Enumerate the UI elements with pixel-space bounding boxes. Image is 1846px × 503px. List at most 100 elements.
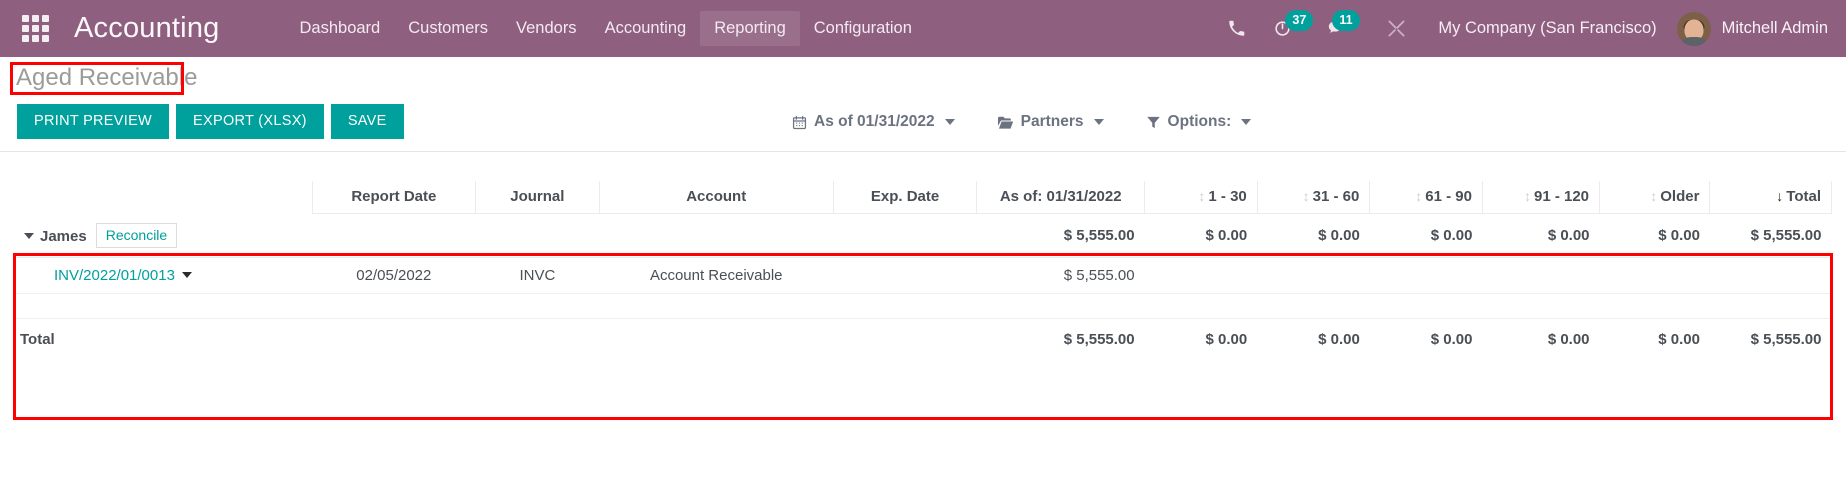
total-total: $ 5,555.00	[1750, 330, 1822, 348]
header-as-of[interactable]: As of: 01/31/2022	[976, 181, 1146, 214]
header-bucket-1-30[interactable]: ↕ 1 - 30	[1144, 181, 1258, 214]
sort-descending-icon: ↓	[1776, 188, 1784, 204]
report-filters: As of 01/31/2022 Partners Options:	[778, 107, 1265, 137]
phone-icon[interactable]	[1214, 20, 1259, 37]
page-title-wrap: Aged Receivable	[6, 61, 207, 97]
report-area: Report Date Journal Account Exp. Date As…	[0, 181, 1846, 359]
messages-count-badge: 11	[1332, 10, 1360, 31]
group-bucket-31-60: $ 0.00	[1257, 213, 1370, 258]
app-brand-accounting[interactable]: Accounting	[74, 12, 220, 45]
line-exp-date	[833, 257, 977, 294]
funnel-icon	[1146, 115, 1161, 130]
activity-clock-icon[interactable]: 37	[1259, 10, 1314, 38]
header-journal[interactable]: Journal	[475, 181, 600, 214]
header-bucket-31-60[interactable]: ↕ 31 - 60	[1256, 181, 1371, 214]
print-preview-button[interactable]: PRINT PREVIEW	[17, 104, 170, 139]
line-bucket-61-90	[1369, 257, 1483, 294]
group-bucket-older: $ 0.00	[1599, 213, 1710, 258]
table-row-group-partner[interactable]: James Reconcile $ 5,555.00 $ 0.00 $ 0.00 …	[14, 213, 1832, 258]
folder-icon	[997, 115, 1014, 130]
group-as-of: $ 5,555.00	[976, 213, 1145, 258]
sort-updown-icon: ↕	[1302, 188, 1310, 204]
date-filter-label: As of 01/31/2022	[814, 113, 935, 130]
line-account: Account Receivable	[599, 257, 834, 294]
group-bucket-91-120: $ 0.00	[1482, 213, 1600, 258]
navbar-right-tools: 37 11 My Company (San Francisco) Mitchel…	[1214, 10, 1828, 46]
line-total	[1709, 257, 1832, 294]
header-bucket-older[interactable]: ↕ Older	[1599, 181, 1711, 214]
table-row-invoice-line[interactable]: INV/2022/01/0013 02/05/2022 INVC Account…	[14, 257, 1832, 294]
sort-updown-icon: ↕	[1415, 188, 1423, 204]
reconcile-button[interactable]: Reconcile	[95, 222, 178, 248]
line-journal: INVC	[475, 257, 600, 294]
aged-receivable-table: Report Date Journal Account Exp. Date As…	[14, 181, 1832, 359]
group-total: $ 5,555.00	[1709, 213, 1832, 258]
sort-updown-icon: ↕	[1523, 188, 1531, 204]
avatar	[1676, 11, 1711, 46]
line-bucket-91-120	[1482, 257, 1600, 294]
total-bucket-31-60: $ 0.00	[1318, 330, 1360, 348]
report-actions: PRINT PREVIEW EXPORT (XLSX) SAVE	[17, 104, 404, 139]
chevron-down-icon	[1241, 119, 1252, 125]
options-filter[interactable]: Options:	[1132, 107, 1266, 137]
chevron-down-icon[interactable]	[181, 271, 192, 278]
menu-item-reporting[interactable]: Reporting	[700, 11, 800, 46]
header-total[interactable]: ↓ Total	[1709, 181, 1832, 214]
table-row-spacer	[14, 293, 1832, 319]
total-bucket-older: $ 0.00	[1658, 330, 1700, 348]
calendar-icon	[792, 115, 807, 130]
total-as-of: $ 5,555.00	[1063, 330, 1135, 348]
user-menu[interactable]: Mitchell Admin	[1669, 11, 1828, 46]
line-as-of: $ 5,555.00	[976, 257, 1145, 294]
table-header-row: Report Date Journal Account Exp. Date As…	[14, 181, 1832, 214]
group-journal	[475, 213, 600, 258]
company-switcher[interactable]: My Company (San Francisco)	[1420, 19, 1668, 38]
header-partner	[14, 181, 312, 214]
group-partner-cell[interactable]: James Reconcile	[14, 213, 313, 258]
export-xlsx-button[interactable]: EXPORT (XLSX)	[176, 104, 324, 139]
line-bucket-1-30	[1144, 257, 1258, 294]
chevron-down-icon	[1093, 119, 1104, 125]
invoice-link[interactable]: INV/2022/01/0013	[54, 267, 175, 284]
date-filter[interactable]: As of 01/31/2022	[778, 107, 969, 137]
messages-chat-icon[interactable]: 11	[1306, 10, 1361, 38]
line-bucket-31-60	[1257, 257, 1370, 294]
group-bucket-1-30: $ 0.00	[1144, 213, 1258, 258]
header-exp-date[interactable]: Exp. Date	[832, 181, 978, 214]
header-bucket-91-120[interactable]: ↕ 91 - 120	[1481, 181, 1601, 214]
line-report-date: 02/05/2022	[312, 257, 476, 294]
group-account	[599, 213, 834, 258]
line-move-cell[interactable]: INV/2022/01/0013	[14, 257, 313, 294]
menu-item-dashboard[interactable]: Dashboard	[286, 11, 395, 46]
apps-grid-icon[interactable]	[18, 12, 52, 46]
partners-filter[interactable]: Partners	[983, 107, 1118, 137]
menu-item-accounting[interactable]: Accounting	[591, 11, 701, 46]
top-navbar: Accounting Dashboard Customers Vendors A…	[0, 0, 1846, 57]
group-partner-name: James	[40, 227, 87, 245]
wrench-tools-icon[interactable]	[1361, 19, 1420, 38]
page-title: Aged Receivable	[16, 64, 198, 91]
menu-item-vendors[interactable]: Vendors	[502, 11, 591, 46]
sort-updown-icon: ↕	[1198, 188, 1206, 204]
chevron-down-icon[interactable]	[24, 232, 34, 239]
sort-updown-icon: ↕	[1650, 188, 1658, 204]
header-report-date[interactable]: Report Date	[311, 181, 477, 214]
group-report-date	[312, 213, 476, 258]
total-label: Total	[20, 330, 55, 348]
menu-item-configuration[interactable]: Configuration	[800, 11, 926, 46]
partners-filter-label: Partners	[1020, 113, 1084, 130]
group-bucket-61-90: $ 0.00	[1369, 213, 1483, 258]
total-bucket-1-30: $ 0.00	[1205, 330, 1248, 348]
header-bucket-61-90[interactable]: ↕ 61 - 90	[1369, 181, 1483, 214]
table-row-total: Total $ 5,555.00 $ 0.00 $ 0.00 $ 0.00 $ …	[14, 318, 1832, 359]
line-bucket-older	[1599, 257, 1710, 294]
total-bucket-61-90: $ 0.00	[1430, 330, 1473, 348]
save-button[interactable]: SAVE	[330, 104, 404, 139]
control-panel: Aged Receivable PRINT PREVIEW EXPORT (XL…	[0, 57, 1846, 152]
total-bucket-91-120: $ 0.00	[1547, 330, 1590, 348]
group-exp-date	[833, 213, 977, 258]
user-name: Mitchell Admin	[1721, 19, 1828, 37]
options-filter-label: Options:	[1167, 113, 1232, 130]
header-account[interactable]: Account	[598, 181, 834, 214]
menu-item-customers[interactable]: Customers	[394, 11, 502, 46]
